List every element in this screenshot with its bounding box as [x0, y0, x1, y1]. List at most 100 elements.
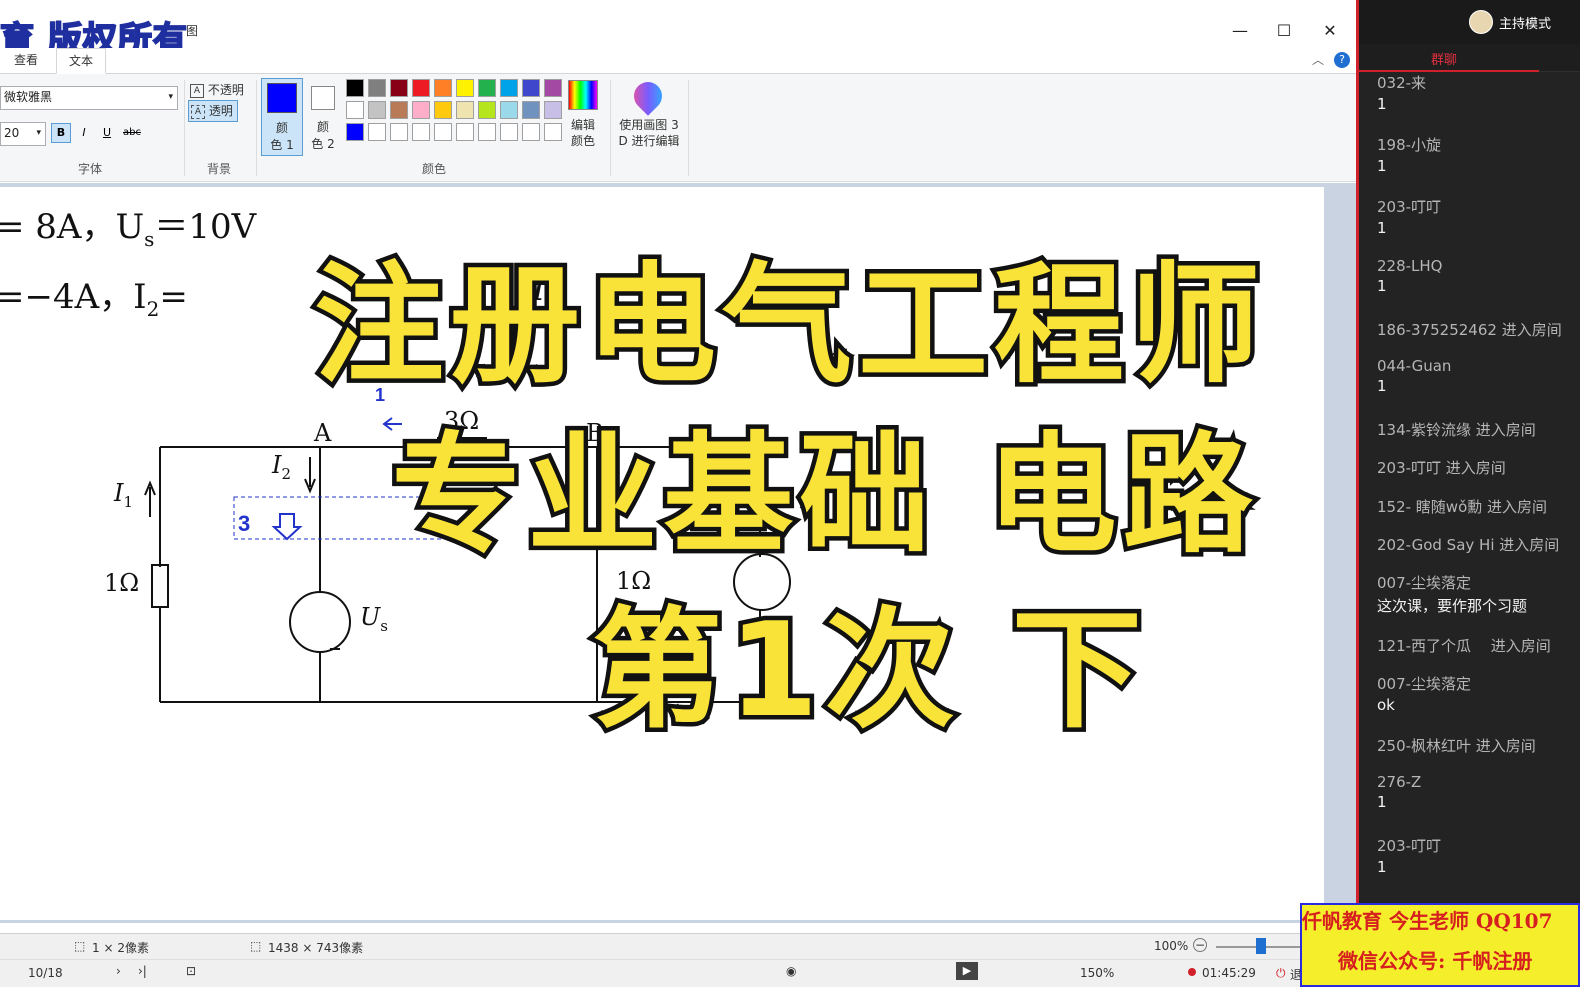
edit-colors-label-2[interactable]: 颜色 [564, 132, 602, 149]
paint3d-label-1[interactable]: 使用画图 3 [614, 116, 684, 133]
paint3d-icon[interactable] [628, 76, 668, 116]
us-label: Us [360, 603, 388, 635]
transparent-option[interactable]: A 透明 [188, 100, 238, 122]
message-list[interactable]: 032-来 1 198-小旋 1 203-叮叮 1 228-LHQ 1 186-37525246… [1375, 72, 1580, 902]
palette-swatch[interactable] [500, 79, 518, 97]
paint3d-label-2[interactable]: D 进行编辑 [614, 132, 684, 149]
chat-text: ok [1377, 696, 1395, 714]
edit-colors-label-1[interactable]: 编辑 [564, 116, 602, 133]
avatar[interactable] [1469, 10, 1493, 34]
palette-swatch[interactable] [456, 79, 474, 97]
palette-swatch[interactable] [544, 123, 562, 141]
zoom-slider-thumb[interactable] [1256, 938, 1266, 954]
tab-group-chat[interactable]: 群聊 [1431, 49, 1457, 68]
chat-message: 250-枫林红叶 进入房间 [1377, 735, 1536, 756]
palette-swatch[interactable] [346, 79, 364, 97]
ribbon: 微软雅黑 ▾ 20 ▾ B I U abc 字体 A 不透明 A 透明 背景 颜… [0, 74, 1356, 182]
strikethrough-button[interactable]: abc [120, 123, 144, 143]
overlay-title-3: 第1次 下 [588, 591, 1148, 750]
last-page-icon[interactable]: ›| [138, 964, 147, 978]
zoom-out-button[interactable]: − [1193, 938, 1207, 952]
color1-label-1: 颜 [275, 121, 288, 135]
bold-button[interactable]: B [51, 123, 71, 143]
cursor-position-icon: ⬚ [74, 939, 86, 953]
palette-swatch[interactable] [390, 79, 408, 97]
italic-button[interactable]: I [74, 123, 94, 143]
palette-swatch[interactable] [522, 123, 540, 141]
color1-button[interactable]: 颜 色 1 [261, 78, 303, 156]
color2-label-2: 色 2 [311, 137, 335, 151]
eye-icon[interactable]: ◉ [786, 964, 796, 978]
chat-sender: 032-来 [1377, 74, 1427, 92]
chat-sender: 203-叮叮 [1377, 837, 1442, 855]
font-size-value: 20 [4, 126, 20, 140]
palette-swatch[interactable] [500, 123, 518, 141]
palette-swatch[interactable] [390, 101, 408, 119]
chat-message: 276-Z 1 [1377, 773, 1421, 811]
us-sub: s [380, 616, 388, 635]
banner-line-2: 微信公众号: 千帆注册 [1338, 949, 1533, 973]
power-icon[interactable]: ⏻ [1276, 966, 1286, 981]
tab-view[interactable]: 查看 [2, 48, 50, 74]
color2-button[interactable]: 颜 色 2 [303, 78, 343, 156]
prev-slide-icon[interactable]: ⊡ [186, 964, 196, 978]
palette-swatch[interactable] [390, 123, 408, 141]
typed-text[interactable]: 3 [238, 511, 250, 537]
palette-swatch[interactable] [478, 101, 496, 119]
transparent-icon: A [191, 104, 205, 119]
chat-sender: 186-375252462 进入房间 [1377, 321, 1562, 339]
palette-swatch[interactable] [500, 101, 518, 119]
palette-swatch[interactable] [478, 79, 496, 97]
chat-sender: 007-尘埃落定 [1377, 574, 1472, 592]
next-page-icon[interactable]: › [116, 964, 121, 978]
palette-swatch[interactable] [544, 101, 562, 119]
background-group-label: 背景 [206, 162, 231, 176]
color1-label-2: 色 1 [270, 138, 294, 152]
font-size-select[interactable]: 20 ▾ [0, 122, 46, 146]
chat-sender: 250-枫林红叶 进入房间 [1377, 737, 1536, 755]
opaque-icon: A [190, 83, 204, 98]
font-family-select[interactable]: 微软雅黑 ▾ [0, 86, 178, 110]
palette-swatch[interactable] [412, 101, 430, 119]
palette-swatch[interactable] [412, 79, 430, 97]
maximize-button[interactable]: ☐ [1264, 18, 1304, 44]
separator [688, 80, 689, 176]
collapse-ribbon-icon[interactable]: ︿ [1312, 51, 1324, 68]
palette-swatch[interactable] [544, 79, 562, 97]
opaque-option[interactable]: A 不透明 [190, 80, 244, 100]
underline-button[interactable]: U [97, 123, 117, 143]
palette-swatch[interactable] [434, 79, 452, 97]
tab-text[interactable]: 文本 [56, 48, 107, 74]
palette-swatch[interactable] [456, 101, 474, 119]
palette-swatch[interactable] [456, 123, 474, 141]
palette-swatch[interactable] [346, 101, 364, 119]
help-icon[interactable]: ? [1334, 52, 1350, 68]
palette-swatch[interactable] [368, 101, 386, 119]
i1-sub: 1 [123, 492, 134, 511]
overlay-title-1: 注册电气工程师 [309, 246, 1266, 405]
palette-swatch[interactable] [434, 101, 452, 119]
edit-colors-icon[interactable] [568, 80, 598, 110]
minimize-button[interactable]: — [1220, 18, 1260, 44]
palette-swatch[interactable] [434, 123, 452, 141]
chat-tab-bar: 群聊 [1359, 44, 1580, 72]
close-button[interactable]: ✕ [1310, 18, 1350, 44]
promo-banner: 仟帆教育 今生老师 QQ107 微信公众号: 千帆注册 [1300, 903, 1580, 987]
palette-swatch[interactable] [368, 79, 386, 97]
ribbon-tabs: 查看 文本 ︿ ? [0, 48, 1356, 74]
paint-window: 图 — ☐ ✕ 育 版权所有 查看 文本 ︿ ? 微软雅黑 ▾ 20 ▾ B I… [0, 0, 1356, 987]
host-mode-label[interactable]: 主持模式 [1499, 13, 1551, 32]
palette-swatch[interactable] [368, 123, 386, 141]
separator [184, 80, 185, 176]
chat-sender: 276-Z [1377, 773, 1422, 791]
chevron-down-icon: ▾ [168, 92, 173, 102]
palette-swatch[interactable] [522, 79, 540, 97]
palette-swatch[interactable] [522, 101, 540, 119]
chat-panel: 主持模式 群聊 032-来 1 198-小旋 1 203-叮叮 1 228-LHQ 1 186-… [1356, 0, 1580, 987]
chat-sender: 198-小旋 [1377, 136, 1442, 154]
chat-message: 198-小旋 1 [1377, 134, 1441, 175]
palette-swatch[interactable] [346, 123, 364, 141]
play-icon[interactable]: ▶ [956, 962, 978, 980]
palette-swatch[interactable] [478, 123, 496, 141]
palette-swatch[interactable] [412, 123, 430, 141]
